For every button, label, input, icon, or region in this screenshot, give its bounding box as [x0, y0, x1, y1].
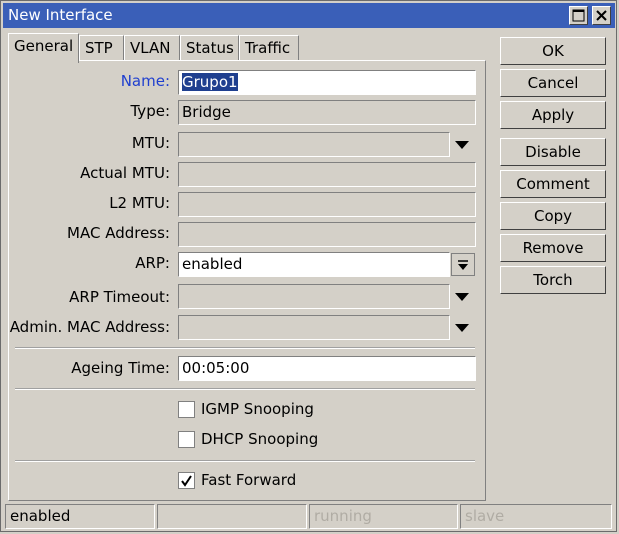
igmp-snooping-label: IGMP Snooping [201, 400, 314, 418]
l2-mtu-field [178, 192, 476, 217]
name-input[interactable]: Grupo1 [178, 70, 476, 95]
admin-mac-input[interactable] [178, 315, 450, 340]
igmp-snooping-checkbox[interactable] [178, 401, 195, 418]
status-running: running [309, 504, 458, 529]
dhcp-snooping-label: DHCP Snooping [201, 430, 319, 448]
arp-dropdown-button[interactable] [451, 253, 475, 276]
name-label: Name: [120, 72, 170, 90]
remove-button[interactable]: Remove [500, 234, 606, 262]
tab-general[interactable]: General [8, 33, 79, 63]
chevron-down-icon [455, 323, 469, 332]
tab-status[interactable]: Status [180, 35, 239, 61]
tab-stp[interactable]: STP [79, 35, 124, 61]
arp-timeout-dropdown-button[interactable] [453, 287, 471, 305]
mtu-input[interactable] [178, 132, 450, 157]
chevron-down-icon [455, 140, 469, 149]
checkmark-icon [181, 475, 192, 487]
comment-button[interactable]: Comment [500, 170, 606, 198]
ageing-time-label: Ageing Time: [71, 359, 170, 377]
title-bar[interactable]: New Interface [3, 3, 615, 28]
type-field: Bridge [178, 100, 476, 125]
arp-label: ARP: [135, 254, 170, 272]
admin-mac-label: Admin. MAC Address: [9, 318, 170, 336]
dropdown-arrow-icon [458, 259, 468, 270]
arp-timeout-input[interactable] [178, 284, 450, 309]
mtu-dropdown-button[interactable] [453, 135, 471, 153]
mac-address-field [178, 222, 476, 247]
actual-mtu-label: Actual MTU: [80, 164, 170, 182]
tab-vlan[interactable]: VLAN [124, 35, 180, 61]
copy-button[interactable]: Copy [500, 202, 606, 230]
arp-timeout-label: ARP Timeout: [69, 288, 170, 306]
status-slave: slave [460, 504, 612, 529]
maximize-icon [572, 9, 585, 22]
name-value: Grupo1 [182, 73, 238, 91]
window-title: New Interface [8, 6, 113, 24]
fast-forward-label: Fast Forward [201, 471, 297, 489]
cancel-button[interactable]: Cancel [500, 69, 606, 97]
torch-button[interactable]: Torch [500, 266, 606, 294]
type-label: Type: [130, 102, 170, 120]
close-button[interactable] [592, 6, 611, 25]
fast-forward-checkbox[interactable] [178, 472, 195, 489]
actual-mtu-field [178, 162, 476, 187]
mtu-label: MTU: [131, 134, 170, 152]
new-interface-window: New Interface General STP VLAN Status Tr… [0, 0, 617, 532]
separator [15, 388, 475, 390]
l2-mtu-label: L2 MTU: [109, 194, 170, 212]
close-icon [596, 10, 607, 21]
separator [15, 347, 475, 349]
dhcp-snooping-checkbox[interactable] [178, 431, 195, 448]
disable-button[interactable]: Disable [500, 138, 606, 166]
ok-button[interactable]: OK [500, 37, 606, 65]
maximize-button[interactable] [569, 6, 588, 25]
tab-traffic[interactable]: Traffic [239, 35, 299, 61]
ageing-time-input[interactable]: 00:05:00 [178, 356, 476, 381]
status-enabled: enabled [5, 504, 155, 529]
chevron-down-icon [455, 292, 469, 301]
admin-mac-dropdown-button[interactable] [453, 318, 471, 336]
arp-select[interactable]: enabled [178, 252, 450, 277]
status-empty [157, 504, 307, 529]
separator [15, 460, 475, 462]
mac-address-label: MAC Address: [67, 224, 170, 242]
apply-button[interactable]: Apply [500, 101, 606, 129]
